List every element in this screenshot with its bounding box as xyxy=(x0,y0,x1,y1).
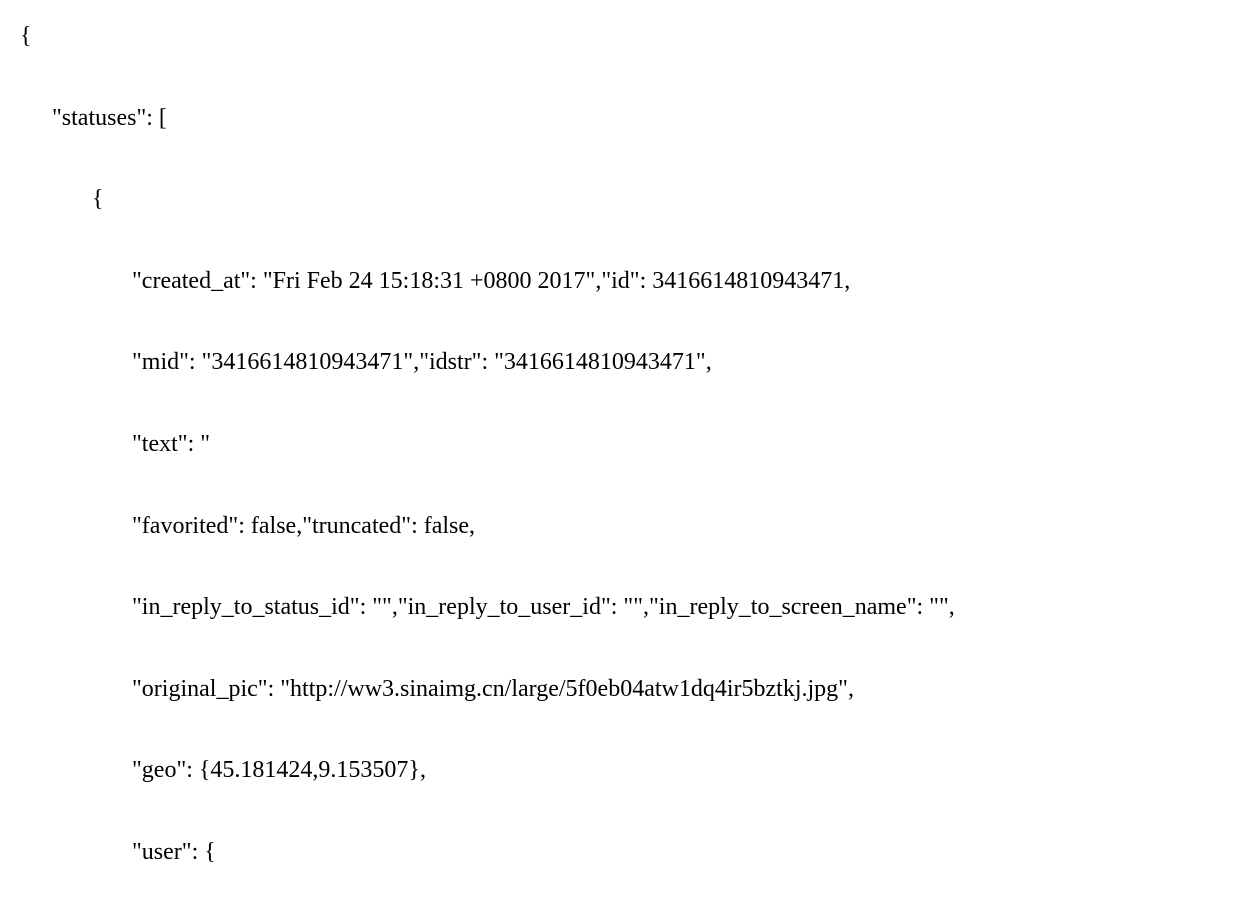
code-line: "user": { xyxy=(20,836,1220,870)
code-line: "favorited": false,"truncated": false, xyxy=(20,510,1220,544)
code-line: "statuses": [ xyxy=(20,102,1220,136)
json-code-block: { "statuses": [ { "created_at": "Fri Feb… xyxy=(20,20,1220,870)
code-line: "text": " xyxy=(20,428,1220,462)
code-line: "geo": {45.181424,9.153507}, xyxy=(20,754,1220,788)
code-line: { xyxy=(20,20,1220,54)
code-line: "original_pic": "http://ww3.sinaimg.cn/l… xyxy=(20,673,1220,707)
code-line: "created_at": "Fri Feb 24 15:18:31 +0800… xyxy=(20,265,1220,299)
code-line: "in_reply_to_status_id": "","in_reply_to… xyxy=(20,591,1220,625)
code-line: { xyxy=(20,183,1220,217)
code-line: "mid": "3416614810943471","idstr": "3416… xyxy=(20,346,1220,380)
